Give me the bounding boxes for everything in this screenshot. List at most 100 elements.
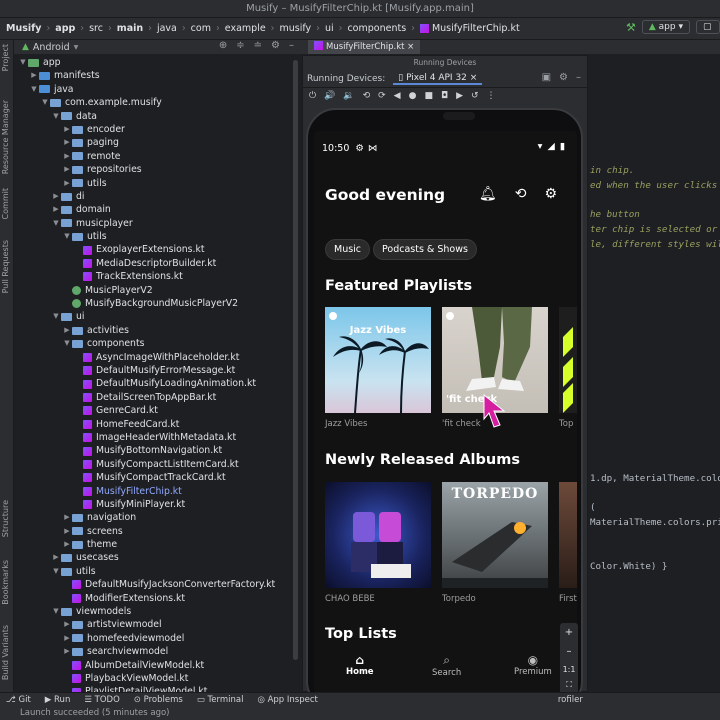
zoom-out-button[interactable]: – bbox=[560, 638, 578, 657]
tool-tab-structure[interactable]: Structure bbox=[1, 500, 10, 537]
rotate-left-icon[interactable]: ⟲ bbox=[363, 91, 371, 101]
tree-item[interactable]: MusifyBackgroundMusicPlayerV2 bbox=[14, 297, 300, 310]
tree-item[interactable]: DefaultMusifyJacksonConverterFactory.kt bbox=[14, 578, 300, 591]
gear-icon[interactable]: ⚙ bbox=[559, 72, 568, 83]
tree-item[interactable]: ▶ paging bbox=[14, 136, 300, 149]
tree-scrollbar[interactable] bbox=[293, 60, 298, 660]
tree-item[interactable]: ▶ di bbox=[14, 190, 300, 203]
chevron-down-icon[interactable]: ▼ bbox=[51, 217, 61, 230]
fit-screen-icon[interactable]: ⛶ bbox=[560, 674, 578, 690]
tree-item[interactable]: ▼ java bbox=[14, 83, 300, 96]
chevron-right-icon[interactable]: ▶ bbox=[62, 150, 72, 163]
tree-item[interactable]: DetailScreenTopAppBar.kt bbox=[14, 391, 300, 404]
tree-item[interactable]: ▶ theme bbox=[14, 538, 300, 551]
tool-run[interactable]: ▶ Run bbox=[45, 695, 71, 705]
tree-item[interactable]: MusicPlayerV2 bbox=[14, 284, 300, 297]
nav-home[interactable]: ⌂ Home bbox=[346, 653, 374, 677]
tree-item[interactable]: MusifyBottomNavigation.kt bbox=[14, 444, 300, 457]
device-tab-pixel4[interactable]: ▯ Pixel 4 API 32 × bbox=[393, 73, 483, 85]
playlist-card-top[interactable] bbox=[559, 307, 577, 413]
chevron-down-icon[interactable]: ▼ bbox=[40, 96, 50, 109]
chevron-down-icon[interactable]: ▼ bbox=[29, 83, 39, 96]
volume-down-icon[interactable]: 🔉 bbox=[343, 91, 354, 101]
breadcrumb-com[interactable]: com bbox=[191, 23, 211, 34]
tree-item[interactable]: ModifierExtensions.kt bbox=[14, 592, 300, 605]
volume-up-icon[interactable]: 🔊 bbox=[324, 91, 335, 101]
tree-item[interactable]: MediaDescriptorBuilder.kt bbox=[14, 257, 300, 270]
chevron-right-icon[interactable]: ▶ bbox=[62, 632, 72, 645]
tree-item[interactable]: ▼ components bbox=[14, 337, 300, 350]
tree-item[interactable]: ▶ homefeedviewmodel bbox=[14, 632, 300, 645]
editor-tab-musify-filter-chip[interactable]: MusifyFilterChip.kt × bbox=[308, 40, 421, 54]
tree-item[interactable]: ▶ navigation bbox=[14, 511, 300, 524]
breadcrumb-file[interactable]: MusifyFilterChip.kt bbox=[432, 23, 520, 34]
chevron-right-icon[interactable]: ▶ bbox=[62, 525, 72, 538]
tree-item[interactable]: MusifyCompactListItemCard.kt bbox=[14, 458, 300, 471]
tool-tab-pull-requests[interactable]: Pull Requests bbox=[1, 240, 10, 293]
chevron-down-icon[interactable]: ▼ bbox=[51, 110, 61, 123]
tree-item[interactable]: ▶ manifests bbox=[14, 69, 300, 82]
tree-item[interactable]: DefaultMusifyErrorMessage.kt bbox=[14, 364, 300, 377]
power-icon[interactable]: ⏻ bbox=[309, 91, 316, 101]
tool-tab-commit[interactable]: Commit bbox=[1, 188, 10, 219]
tree-item[interactable]: ▶ encoder bbox=[14, 123, 300, 136]
project-view-mode[interactable]: Android bbox=[33, 42, 70, 53]
tree-item[interactable]: ▼ utils bbox=[14, 565, 300, 578]
chevron-right-icon[interactable]: ▶ bbox=[62, 618, 72, 631]
tree-item[interactable]: MusifyFilterChip.kt bbox=[14, 485, 300, 498]
rotate-right-icon[interactable]: ⟳ bbox=[378, 91, 386, 101]
breadcrumb-app[interactable]: app bbox=[55, 23, 75, 34]
chevron-down-icon[interactable]: ▼ bbox=[51, 605, 61, 618]
tree-item[interactable]: ▶ utils bbox=[14, 177, 300, 190]
phone-screen[interactable]: 10:50 ⚙ ⋈ ▾ ◢ ▮ Good evening 🔔︎ ⟲ ⚙ Musi… bbox=[314, 131, 577, 693]
chevron-right-icon[interactable]: ▶ bbox=[62, 123, 72, 136]
chevron-right-icon[interactable]: ▶ bbox=[51, 203, 61, 216]
breadcrumb-components[interactable]: components bbox=[347, 23, 406, 34]
tree-item[interactable]: HomeFeedCard.kt bbox=[14, 418, 300, 431]
back-icon[interactable]: ◀ bbox=[394, 91, 401, 101]
chevron-down-icon[interactable]: ▾ bbox=[74, 42, 79, 53]
tool-tab-resource-manager[interactable]: Resource Manager bbox=[1, 100, 10, 174]
chevron-right-icon[interactable]: ▶ bbox=[62, 538, 72, 551]
target-icon[interactable]: ⊕ bbox=[219, 40, 227, 51]
tool-tab-build-variants[interactable]: Build Variants bbox=[1, 625, 10, 680]
tree-item[interactable]: ▶ domain bbox=[14, 203, 300, 216]
chevron-right-icon[interactable]: ▶ bbox=[62, 511, 72, 524]
tree-item[interactable]: AsyncImageWithPlaceholder.kt bbox=[14, 351, 300, 364]
build-hammer-icon[interactable]: ⚒ bbox=[626, 21, 636, 34]
nav-search[interactable]: ⌕ Search bbox=[432, 653, 461, 678]
breadcrumb-example[interactable]: example bbox=[225, 23, 266, 34]
tool-profiler[interactable]: rofiler bbox=[558, 695, 583, 705]
tree-item[interactable]: ▼ viewmodels bbox=[14, 605, 300, 618]
tree-item[interactable]: AlbumDetailViewModel.kt bbox=[14, 659, 300, 672]
chevron-right-icon[interactable]: ▶ bbox=[51, 551, 61, 564]
tree-item[interactable]: ▶ repositories bbox=[14, 163, 300, 176]
tree-item[interactable]: TrackExtensions.kt bbox=[14, 270, 300, 283]
tree-item[interactable]: MusifyCompactTrackCard.kt bbox=[14, 471, 300, 484]
tree-item[interactable]: MusifyMiniPlayer.kt bbox=[14, 498, 300, 511]
filter-chip-podcasts[interactable]: Podcasts & Shows bbox=[373, 239, 477, 260]
breadcrumb-main[interactable]: main bbox=[117, 23, 143, 34]
tree-item[interactable]: ImageHeaderWithMetadata.kt bbox=[14, 431, 300, 444]
tool-tab-project[interactable]: Project bbox=[1, 44, 10, 71]
album-card-first[interactable] bbox=[559, 482, 577, 588]
minimize-icon[interactable]: – bbox=[289, 40, 294, 51]
hide-icon[interactable]: – bbox=[576, 72, 581, 83]
tool-problems[interactable]: ⊙ Problems bbox=[134, 695, 183, 705]
tree-item[interactable]: PlaybackViewModel.kt bbox=[14, 672, 300, 685]
tree-item[interactable]: ▼ data bbox=[14, 110, 300, 123]
breadcrumb-project[interactable]: Musify bbox=[6, 23, 41, 34]
tree-item[interactable]: PlaylistDetailViewModel.kt bbox=[14, 685, 300, 692]
breadcrumb-musify[interactable]: musify bbox=[279, 23, 311, 34]
collapse-icon[interactable]: ≑ bbox=[236, 40, 244, 51]
tree-item[interactable]: ExoplayerExtensions.kt bbox=[14, 243, 300, 256]
tree-item[interactable]: ▼ ui bbox=[14, 310, 300, 323]
window-mode-icon[interactable]: ▣ bbox=[542, 72, 551, 83]
tool-terminal[interactable]: ▭ Terminal bbox=[197, 695, 244, 705]
tree-item[interactable]: ▶ activities bbox=[14, 324, 300, 337]
overview-icon[interactable]: ■ bbox=[424, 91, 433, 101]
history-icon[interactable]: ⟲ bbox=[515, 186, 527, 202]
tree-item[interactable]: ▼ utils bbox=[14, 230, 300, 243]
record-icon[interactable]: ▶ bbox=[456, 91, 463, 101]
chevron-down-icon[interactable]: ▼ bbox=[18, 56, 28, 69]
